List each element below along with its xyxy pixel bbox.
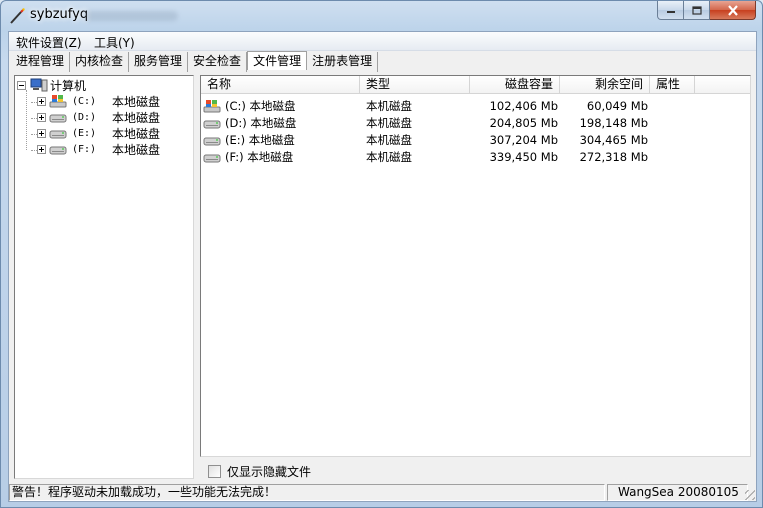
- tree-item-drive[interactable]: (C:) 本地磁盘: [37, 93, 160, 109]
- title-blur: [83, 11, 178, 21]
- tree-connector: [26, 90, 27, 150]
- tree-drive-letter: (D:): [72, 111, 97, 123]
- cell-name: (D:) 本地磁盘: [225, 115, 297, 130]
- tree-item-computer[interactable]: 计算机: [17, 77, 86, 93]
- column-header-free[interactable]: 剩余空间: [560, 76, 650, 94]
- expand-toggle[interactable]: [37, 144, 46, 154]
- cell-name: (C:) 本地磁盘: [225, 98, 296, 113]
- cell-capacity: 102,406 Mb: [489, 98, 558, 113]
- minimize-button[interactable]: [657, 1, 684, 20]
- cell-free: 304,465 Mb: [579, 132, 648, 147]
- cell-name: (F:) 本地磁盘: [225, 149, 294, 164]
- tab-files[interactable]: 文件管理: [247, 51, 308, 70]
- status-version: WangSea 20080105: [607, 484, 748, 501]
- cell-type: 本机磁盘: [366, 149, 412, 164]
- cell-name: (E:) 本地磁盘: [225, 132, 295, 147]
- system-drive-icon: [203, 99, 221, 112]
- expand-toggle[interactable]: [37, 96, 46, 106]
- list-row[interactable]: (C:) 本地磁盘 本机磁盘 102,406 Mb 60,049 Mb: [201, 97, 750, 114]
- window-title: sybzufyq: [30, 7, 89, 22]
- list-row[interactable]: (D:) 本地磁盘 本机磁盘 204,805 Mb 198,148 Mb: [201, 114, 750, 131]
- show-hidden-label: 仅显示隐藏文件: [227, 465, 312, 479]
- cell-type: 本机磁盘: [366, 132, 412, 147]
- show-hidden-option[interactable]: 仅显示隐藏文件: [208, 463, 311, 480]
- collapse-toggle[interactable]: [17, 80, 26, 90]
- tree-label-computer: 计算机: [50, 78, 87, 93]
- tree-drive-label: 本地磁盘: [112, 126, 161, 141]
- computer-icon: [30, 78, 48, 92]
- tree-item-drive[interactable]: (D:) 本地磁盘: [37, 109, 160, 125]
- tree-drive-letter: (F:): [72, 143, 97, 155]
- list-header: 名称 类型 磁盘容量 剩余空间 属性: [201, 76, 750, 94]
- cell-free: 198,148 Mb: [579, 115, 648, 130]
- cell-capacity: 307,204 Mb: [489, 132, 558, 147]
- list-row[interactable]: (E:) 本地磁盘 本机磁盘 307,204 Mb 304,465 Mb: [201, 131, 750, 148]
- tab-registry[interactable]: 注册表管理: [307, 52, 379, 72]
- tree-drive-letter: (C:): [72, 95, 97, 107]
- tab-kernel[interactable]: 内核检查: [70, 52, 130, 72]
- tree-drive-letter: (E:): [72, 127, 97, 139]
- menu-tools[interactable]: 工具(Y): [91, 34, 138, 51]
- magic-wand-icon: [10, 8, 25, 24]
- title-bar[interactable]: sybzufyq: [1, 1, 762, 31]
- tab-services[interactable]: 服务管理: [129, 52, 189, 72]
- file-list[interactable]: 名称 类型 磁盘容量 剩余空间 属性 (C:) 本地磁盘 本机磁盘 102,40…: [200, 75, 751, 457]
- tree-drive-label: 本地磁盘: [112, 110, 161, 125]
- show-hidden-checkbox[interactable]: [208, 465, 221, 478]
- close-icon: [727, 4, 738, 16]
- cell-type: 本机磁盘: [366, 115, 412, 130]
- column-header-name[interactable]: 名称: [201, 76, 360, 94]
- menu-bar: 软件设置(Z) 工具(Y): [9, 32, 756, 51]
- list-row[interactable]: (F:) 本地磁盘 本机磁盘 339,450 Mb 272,318 Mb: [201, 148, 750, 165]
- hard-drive-icon: [49, 114, 67, 123]
- expand-toggle[interactable]: [37, 112, 46, 122]
- expand-toggle[interactable]: [37, 128, 46, 138]
- column-header-type[interactable]: 类型: [360, 76, 470, 94]
- tree-item-drive[interactable]: (E:) 本地磁盘: [37, 125, 160, 141]
- minimize-icon: [666, 11, 675, 13]
- column-header-attributes[interactable]: 属性: [650, 76, 695, 94]
- tree-drive-label: 本地磁盘: [112, 94, 161, 109]
- folder-tree[interactable]: 计算机 (C:) 本地磁盘 (D:) 本地磁盘 (E:) 本地磁盘 (F:) 本…: [14, 75, 194, 479]
- maximize-icon: [691, 5, 702, 15]
- client-area: 软件设置(Z) 工具(Y) 进程管理 内核检查 服务管理 安全检查 文件管理 注…: [8, 31, 757, 502]
- tab-process[interactable]: 进程管理: [11, 52, 71, 72]
- tab-strip: 进程管理 内核检查 服务管理 安全检查 文件管理 注册表管理: [11, 51, 379, 72]
- column-header-capacity[interactable]: 磁盘容量: [470, 76, 560, 94]
- system-drive-icon: [49, 95, 67, 108]
- cell-free: 272,318 Mb: [579, 149, 648, 164]
- cell-capacity: 339,450 Mb: [489, 149, 558, 164]
- hard-drive-icon: [203, 120, 221, 128]
- tree-drive-label: 本地磁盘: [112, 142, 161, 157]
- resize-grip[interactable]: [745, 490, 755, 500]
- caption-buttons: [657, 1, 756, 21]
- menu-software-settings[interactable]: 软件设置(Z): [13, 34, 85, 51]
- cell-free: 60,049 Mb: [586, 98, 648, 113]
- app-window: sybzufyq 软件设置(Z) 工具(Y) 进程管理 内核检查 服务管理 安全…: [0, 0, 763, 508]
- status-bar: 警告！程序驱动未加载成功，一些功能无法完成！ WangSea 20080105: [9, 484, 756, 501]
- status-message: 警告！程序驱动未加载成功，一些功能无法完成！: [9, 484, 605, 501]
- hard-drive-icon: [49, 130, 67, 139]
- cell-type: 本机磁盘: [366, 98, 412, 113]
- hard-drive-icon: [203, 154, 221, 162]
- hard-drive-icon: [49, 146, 67, 155]
- maximize-button[interactable]: [684, 1, 710, 20]
- tree-item-drive[interactable]: (F:) 本地磁盘: [37, 141, 160, 157]
- cell-capacity: 204,805 Mb: [489, 115, 558, 130]
- close-button[interactable]: [710, 1, 756, 20]
- tab-security[interactable]: 安全检查: [188, 52, 248, 72]
- hard-drive-icon: [203, 137, 221, 145]
